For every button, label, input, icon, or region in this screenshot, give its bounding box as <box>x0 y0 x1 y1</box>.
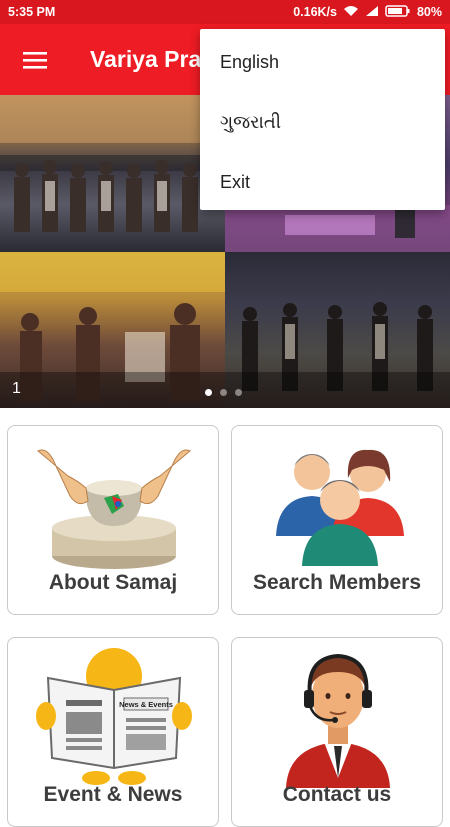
network-speed: 0.16K/s <box>293 5 337 19</box>
hamburger-menu-icon[interactable] <box>0 24 70 95</box>
status-time: 5:35 PM <box>8 5 56 19</box>
slide-number: 1 <box>12 380 21 397</box>
svg-text:News & Events: News & Events <box>119 700 173 709</box>
contact-us-label: Contact us <box>282 783 392 806</box>
slider-dot[interactable] <box>220 389 227 396</box>
battery-icon <box>385 4 411 20</box>
menu-item-exit[interactable]: Exit <box>200 152 445 212</box>
slider-dots <box>205 389 242 396</box>
home-grid: About Samaj Search Members News & Events… <box>0 408 450 827</box>
wifi-icon <box>343 5 359 20</box>
signal-icon <box>365 5 379 20</box>
slider-dot[interactable] <box>205 389 212 396</box>
event-photo <box>0 95 225 252</box>
app-title: Variya Pra <box>90 46 202 72</box>
about-samaj-card[interactable]: About Samaj <box>7 425 219 615</box>
menu-item-english[interactable]: English <box>200 32 445 92</box>
language-dropdown-menu: English ગુજરાતી Exit <box>200 29 445 210</box>
slider-dot[interactable] <box>235 389 242 396</box>
status-right: 0.16K/s 80% <box>293 4 442 20</box>
contact-us-card[interactable]: Contact us <box>231 637 443 827</box>
people-group-icon <box>276 449 404 566</box>
event-news-card[interactable]: News & Events Event & News <box>7 637 219 827</box>
battery-level: 80% <box>416 5 442 19</box>
newspaper-reader-icon: News & Events <box>36 648 192 785</box>
about-samaj-label: About Samaj <box>48 571 178 594</box>
support-agent-icon <box>286 653 390 788</box>
event-news-label: Event & News <box>43 783 183 806</box>
search-members-label: Search Members <box>252 571 422 594</box>
menu-item-gujarati[interactable]: ગુજરાતી <box>200 92 445 152</box>
search-members-card[interactable]: Search Members <box>231 425 443 615</box>
status-bar: 5:35 PM 0.16K/s 80% <box>0 0 450 24</box>
pottery-hands-icon <box>37 449 191 569</box>
